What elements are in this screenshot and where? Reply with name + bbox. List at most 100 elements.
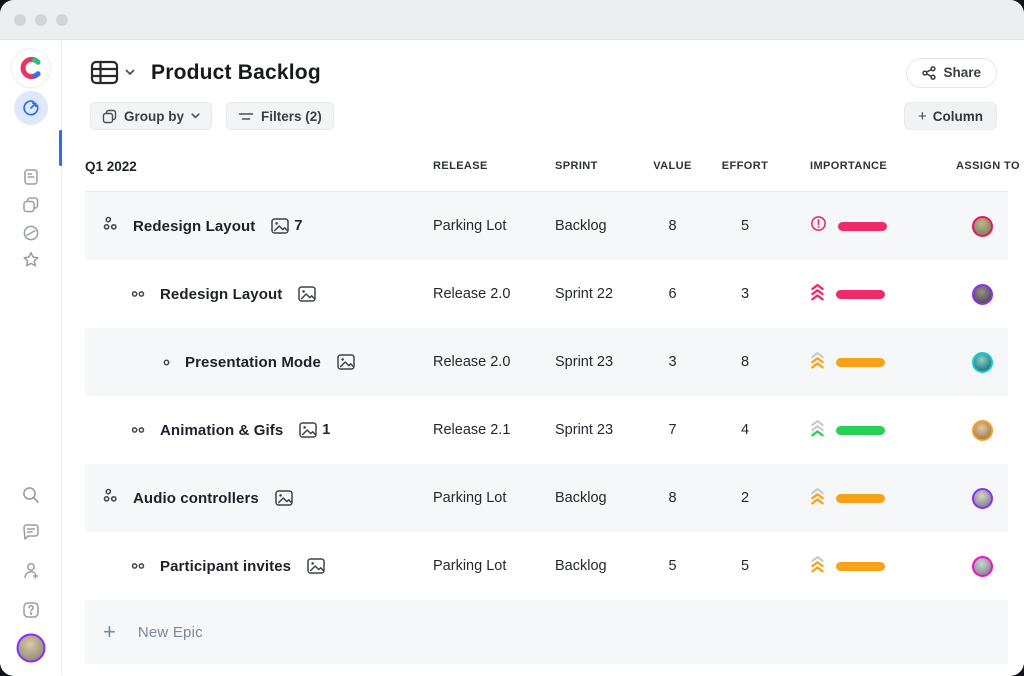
window-control-dot[interactable] (35, 13, 47, 26)
table-body: Redesign Layout 7 Parking Lot Backlog 8 … (85, 192, 1008, 600)
value-cell[interactable]: 8 (625, 490, 720, 506)
importance-cell[interactable] (770, 215, 956, 237)
sidebar-item-favorites[interactable] (21, 251, 40, 270)
item-name-cell[interactable]: Animation & Gifs 1 (85, 421, 433, 439)
sprint-cell[interactable]: Backlog (555, 218, 625, 234)
sidebar-item-blocked[interactable] (22, 224, 40, 242)
effort-cell[interactable]: 4 (720, 422, 770, 438)
view-type-switcher[interactable] (90, 59, 135, 86)
item-name: Presentation Mode (185, 353, 321, 371)
importance-cell[interactable] (770, 283, 956, 306)
search-icon (22, 487, 39, 503)
assignee-cell[interactable] (956, 419, 1008, 441)
release-cell[interactable]: Release 2.0 (433, 354, 555, 370)
assignee-cell[interactable] (956, 555, 1008, 577)
importance-cell[interactable] (770, 419, 956, 442)
group-by-button[interactable]: Group by (90, 102, 212, 130)
value-cell[interactable]: 5 (625, 558, 720, 574)
sprint-cell[interactable]: Sprint 23 (555, 422, 625, 438)
table-row[interactable]: Presentation Mode Release 2.0 Sprint 23 … (85, 328, 1008, 396)
comments-icon (22, 524, 39, 540)
importance-bar (836, 289, 885, 299)
sidebar-item-comments[interactable] (21, 522, 41, 542)
importance-cell[interactable] (770, 351, 956, 374)
column-header-release[interactable]: RELEASE (433, 160, 555, 172)
star-icon (22, 251, 39, 267)
value-cell[interactable]: 3 (625, 354, 720, 370)
assignee-cell[interactable] (956, 215, 1008, 237)
window-control-dot[interactable] (56, 13, 68, 26)
sidebar-item-search[interactable] (21, 485, 41, 505)
page-title: Product Backlog (151, 60, 321, 84)
column-header-value[interactable]: VALUE (625, 160, 720, 172)
value-cell[interactable]: 6 (625, 286, 720, 302)
new-epic-button[interactable]: + New Epic (85, 600, 1008, 664)
sidebar-item-notes[interactable] (22, 168, 40, 186)
column-header-effort[interactable]: EFFORT (720, 160, 770, 172)
image-icon (307, 558, 325, 574)
chevron-down-icon (125, 69, 135, 75)
app-logo[interactable] (11, 49, 50, 87)
sprint-cell[interactable]: Backlog (555, 490, 625, 506)
item-name-cell[interactable]: Redesign Layout 7 (85, 216, 433, 236)
chevron-down-icon (191, 113, 200, 119)
image-icon (337, 354, 355, 370)
importance-icon (810, 487, 825, 510)
assignee-cell[interactable] (956, 351, 1008, 373)
item-name: Animation & Gifs (160, 421, 284, 439)
item-type-icon (131, 285, 145, 303)
importance-bar (836, 493, 885, 503)
sidebar-user-avatar[interactable] (16, 633, 45, 663)
importance-cell[interactable] (770, 555, 956, 578)
release-cell[interactable]: Release 2.1 (433, 422, 555, 438)
sprint-cell[interactable]: Sprint 22 (555, 286, 625, 302)
value-cell[interactable]: 7 (625, 422, 720, 438)
sprint-cell[interactable]: Sprint 23 (555, 354, 625, 370)
column-header-assign-to[interactable]: ASSIGN TO (956, 160, 1020, 172)
table-row[interactable]: Redesign Layout 7 Parking Lot Backlog 8 … (85, 192, 1008, 260)
share-button[interactable]: Share (906, 57, 997, 88)
avatar (971, 215, 993, 237)
table-row[interactable]: Animation & Gifs 1 Release 2.1 Sprint 23… (85, 396, 1008, 464)
sidebar-item-dashboard[interactable] (13, 91, 48, 125)
share-icon (922, 65, 937, 80)
table-row[interactable]: Audio controllers Parking Lot Backlog 8 … (85, 464, 1008, 532)
column-header-importance[interactable]: IMPORTANCE (770, 160, 956, 172)
add-column-label: Column (932, 108, 983, 124)
effort-cell[interactable]: 2 (720, 490, 770, 506)
release-cell[interactable]: Parking Lot (433, 218, 555, 234)
filters-button[interactable]: Filters (2) (226, 102, 334, 130)
effort-cell[interactable]: 5 (720, 218, 770, 234)
table-row[interactable]: Participant invites Parking Lot Backlog … (85, 532, 1008, 600)
column-header-sprint[interactable]: SPRINT (555, 160, 625, 172)
sidebar-item-boards[interactable] (21, 196, 40, 215)
release-cell[interactable]: Parking Lot (433, 558, 555, 574)
attachment-badge (337, 354, 360, 370)
item-name-cell[interactable]: Redesign Layout (85, 285, 433, 303)
importance-cell[interactable] (770, 487, 956, 510)
blocked-icon (23, 225, 38, 241)
item-name-cell[interactable]: Participant invites (85, 557, 433, 575)
window-control-dot[interactable] (14, 13, 26, 26)
assignee-cell[interactable] (956, 487, 1008, 509)
add-column-button[interactable]: + Column (903, 102, 997, 130)
sidebar-item-help[interactable] (21, 601, 40, 620)
attachment-badge (275, 490, 298, 506)
attachment-badge: 1 (299, 422, 330, 438)
release-cell[interactable]: Parking Lot (433, 490, 555, 506)
effort-cell[interactable]: 8 (720, 354, 770, 370)
value-cell[interactable]: 8 (625, 218, 720, 234)
item-name-cell[interactable]: Audio controllers (85, 488, 433, 508)
importance-bar (836, 357, 885, 367)
item-name-cell[interactable]: Presentation Mode (85, 353, 433, 371)
release-cell[interactable]: Release 2.0 (433, 286, 555, 302)
sprint-cell[interactable]: Backlog (555, 558, 625, 574)
table-row[interactable]: Redesign Layout Release 2.0 Sprint 22 6 … (85, 260, 1008, 328)
group-header-label[interactable]: Q1 2022 (85, 159, 433, 174)
effort-cell[interactable]: 5 (720, 558, 770, 574)
sidebar-item-invite[interactable] (21, 561, 41, 581)
effort-cell[interactable]: 3 (720, 286, 770, 302)
assignee-cell[interactable] (956, 283, 1008, 305)
importance-icon (810, 351, 825, 374)
item-type-icon (131, 557, 145, 575)
